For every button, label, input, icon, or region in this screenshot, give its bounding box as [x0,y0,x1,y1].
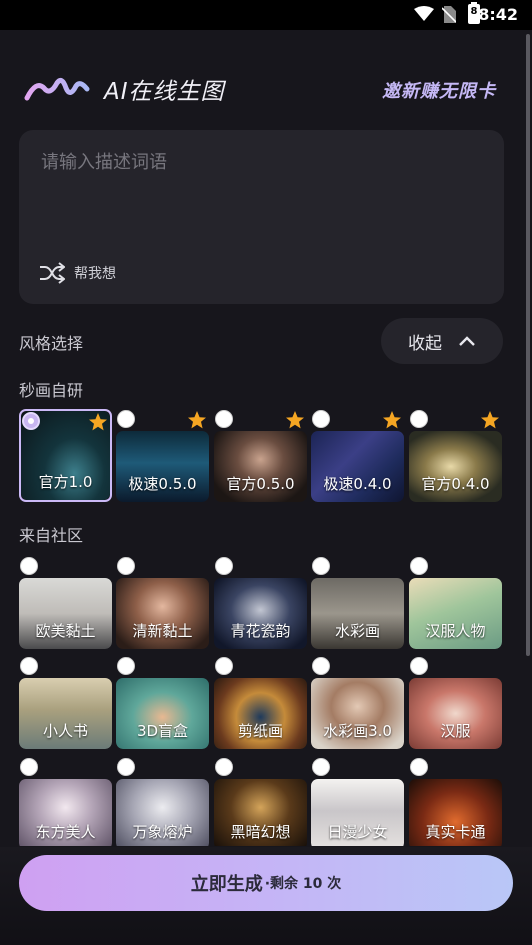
help-me-think-label: 帮我想 [74,266,116,282]
radio-icon [117,758,135,776]
radio-icon [117,410,135,428]
radio-icon [410,410,428,428]
radio-icon [215,758,233,776]
radio-icon [215,557,233,575]
style-card-official-0-4-0[interactable]: 官方0.4.0 [409,409,502,502]
clock: 8:42 [478,5,518,24]
style-card-fresh-clay[interactable]: 清新黏土 [116,556,209,649]
style-card-official-0-5-0[interactable]: 官方0.5.0 [214,409,307,502]
status-bar: 8 8:42 [0,0,532,30]
style-label: 汉服 [440,722,471,740]
style-label: 极速0.5.0 [128,475,197,493]
generate-button[interactable]: 立即生成 ·剩余 10 次 [19,855,513,911]
radio-icon [117,557,135,575]
radio-icon [20,557,38,575]
radio-icon [312,657,330,675]
style-label: 官方0.4.0 [421,475,490,493]
radio-icon [215,410,233,428]
community-section-title: 来自社区 [19,526,84,545]
style-label: 水彩画 [334,622,380,640]
radio-icon [312,410,330,428]
style-label: 官方1.0 [38,473,93,491]
community-style-grid: 欧美黏土 清新黏土 青花瓷韵 水彩画 汉服人物 小人书 3D盲盒 剪纸画 水彩画… [19,556,504,846]
star-icon [89,413,107,431]
style-card-oriental-beauty[interactable]: 东方美人 [19,757,112,846]
no-sim-icon [442,6,456,23]
style-card-universal-furnace[interactable]: 万象熔炉 [116,757,209,846]
radio-icon [410,758,428,776]
radio-icon [117,657,135,675]
style-card-watercolor-3[interactable]: 水彩画3.0 [311,656,404,749]
style-card-speed-0-4-0[interactable]: 极速0.4.0 [311,409,404,502]
style-card-western-clay[interactable]: 欧美黏土 [19,556,112,649]
generate-label: 立即生成 [190,874,263,895]
app-header: AI在线生图 邀新赚无限卡 [0,60,532,116]
chevron-up-icon [459,336,475,346]
help-me-think-button[interactable]: 帮我想 [39,260,116,286]
style-card-picture-book[interactable]: 小人书 [19,656,112,749]
style-card-anime-girl[interactable]: 日漫少女 [311,757,404,846]
style-card-paper-cut[interactable]: 剪纸画 [214,656,307,749]
style-card-hanfu[interactable]: 汉服 [409,656,502,749]
remaining-count: ·剩余 10 次 [264,876,342,892]
style-card-3d-blind-box[interactable]: 3D盲盒 [116,656,209,749]
radio-icon [312,758,330,776]
style-card-speed-0-5-0[interactable]: 极速0.5.0 [116,409,209,502]
collapse-button[interactable]: 收起 [381,318,503,364]
radio-icon [410,657,428,675]
shuffle-icon [40,262,65,284]
style-label: 小人书 [42,722,88,740]
style-label: 剪纸画 [237,722,283,740]
style-card-hanfu-character[interactable]: 汉服人物 [409,556,502,649]
collapse-label: 收起 [408,333,442,354]
star-icon [383,411,401,429]
style-label: 官方0.5.0 [226,475,295,493]
star-icon [481,411,499,429]
style-label: 极速0.4.0 [323,475,392,493]
radio-icon [215,657,233,675]
style-card-official-1-0[interactable]: 官方1.0 [19,409,112,502]
style-label: 黑暗幻想 [230,823,291,841]
style-label: 青花瓷韵 [230,622,291,640]
radio-icon [312,557,330,575]
app-screen: 8 8:42 AI在线生图 邀新赚无限卡 帮我想 风 [0,0,532,945]
style-label: 万象熔炉 [132,823,193,841]
bottom-action-bar: 立即生成 ·剩余 10 次 [0,847,532,945]
radio-icon [410,557,428,575]
logo-wave-icon [24,77,90,101]
style-card-blue-porcelain[interactable]: 青花瓷韵 [214,556,307,649]
wifi-icon [414,6,434,21]
prompt-panel: 帮我想 [19,130,504,304]
radio-icon [20,758,38,776]
style-label: 欧美黏土 [35,622,96,640]
page-title: AI在线生图 [104,79,225,105]
style-label: 3D盲盒 [136,722,189,740]
style-label: 真实卡通 [425,823,486,841]
official-section-title: 秒画自研 [19,381,84,400]
style-label: 汉服人物 [425,622,486,640]
style-card-watercolor[interactable]: 水彩画 [311,556,404,649]
style-card-real-cartoon[interactable]: 真实卡通 [409,757,502,846]
style-label: 日漫少女 [327,823,388,841]
style-section-title: 风格选择 [19,334,84,353]
invite-promo-link[interactable]: 邀新赚无限卡 [382,77,496,103]
radio-selected-icon [22,412,40,430]
style-card-dark-fantasy[interactable]: 黑暗幻想 [214,757,307,846]
prompt-input[interactable] [41,152,481,173]
style-label: 东方美人 [35,823,96,841]
style-label: 水彩画3.0 [323,722,392,740]
style-label: 清新黏土 [132,622,193,640]
star-icon [188,411,206,429]
official-style-grid: 官方1.0 极速0.5.0 官方0.5.0 极速0.4.0 官方0.4.0 [19,409,504,503]
star-icon [286,411,304,429]
scrollbar[interactable] [526,34,530,656]
radio-icon [20,657,38,675]
